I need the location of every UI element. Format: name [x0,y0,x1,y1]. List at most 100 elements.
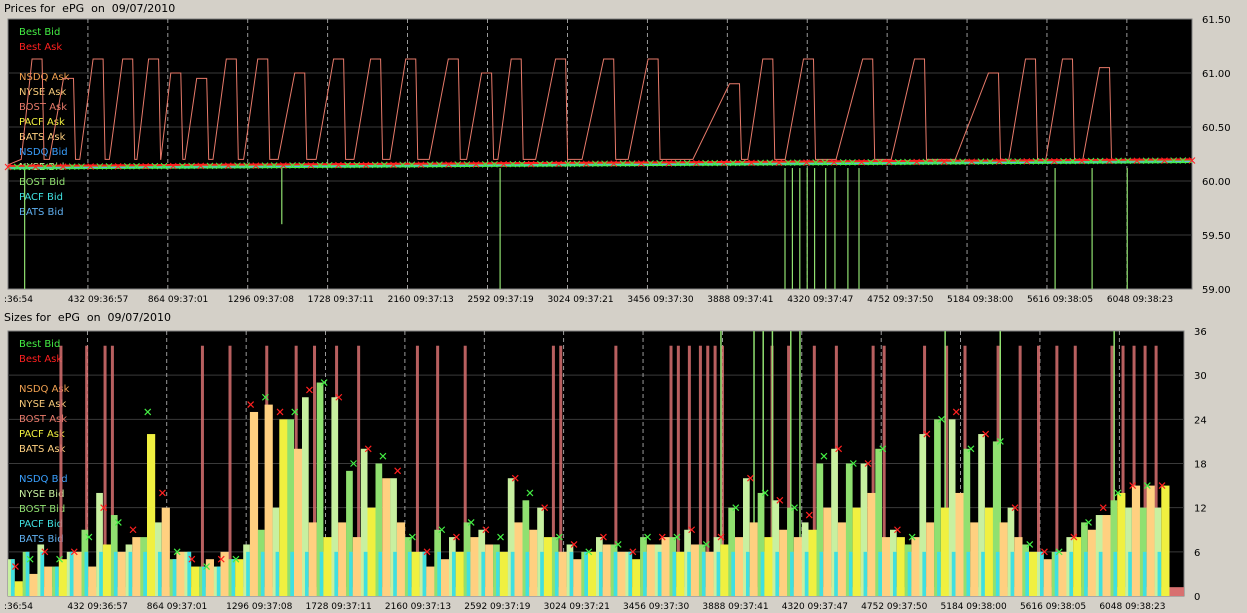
pacf-bid-bar [216,566,221,596]
x-tick-label: 864 09:37:01 [148,295,208,305]
pacf-bid-bar [510,551,515,596]
x-tick-label: 1728 09:37:11 [306,602,372,612]
pacf-bid-bar [834,551,838,596]
ask-size-bar [602,544,611,596]
y-tick-label: 0 [1194,592,1200,603]
pacf-bid-bar [1157,551,1162,596]
pacf-bid-bar [966,551,971,596]
x-tick-label: 5184 09:38:00 [941,602,1007,612]
pacf-bid-bar [496,551,500,596]
ask-size-bar [940,507,949,596]
ask-size-bar [352,537,361,596]
pacf-bid-bar [422,551,427,596]
ask-size-bar [676,551,685,596]
pacf-bid-bar [246,551,250,596]
pacf-bid-bar [657,551,662,596]
pacf-bid-bar [128,551,133,596]
ask-size-bar [249,411,259,596]
ask-size-bar [14,581,23,596]
ask-size-bar [720,544,729,596]
ask-size-bar [808,529,817,596]
x-tick-label: :36:54 [4,295,33,305]
pacf-bid-bar [760,551,765,596]
ask-size-bar [279,419,288,596]
y-tick-label: 6 [1194,548,1200,559]
ask-size-bar [117,551,126,596]
ask-size-bar [411,551,420,596]
pacf-bid-bar [275,551,280,596]
ask-size-bar [705,551,714,596]
ask-size-bar [1073,537,1082,596]
ask-size-bar [984,507,994,596]
pacf-bid-bar [451,551,456,596]
ask-size-bar [558,551,567,596]
x-tick-label: 3888 09:37:41 [707,295,773,305]
x-tick-label: 2592 09:37:19 [464,602,530,612]
ask-size-bar [999,522,1008,596]
x-tick-label: 3456 09:37:30 [627,295,693,305]
pacf-bid-bar [848,551,853,596]
ask-size-bar [102,544,112,596]
ask-size-bar [793,537,802,596]
ask-size-bar [852,507,861,596]
ask-size-bar [837,522,847,596]
ask-size-bar [632,559,641,596]
legend-item: NYSE Ask [19,399,66,410]
ask-size-bar [470,537,479,596]
ask-size-bar [293,448,303,596]
pacf-bid-bar [628,551,633,596]
pacf-bid-bar [202,566,206,596]
pacf-bid-bar [745,551,750,596]
pacf-bid-bar [407,551,412,596]
x-tick-label: 2592 09:37:19 [468,295,534,305]
pacf-bid-bar [304,551,309,596]
legend-item: Best Ask [19,354,62,365]
ask-size-bar [911,537,920,596]
x-tick-label: 6048 09:38:23 [1099,602,1165,612]
ask-size-bar [191,566,200,596]
pacf-bid-bar [84,551,89,596]
ask-size-bar [823,507,832,596]
y-tick-label: 36 [1194,327,1207,338]
ask-size-bar [264,404,273,596]
pacf-bid-bar [790,551,794,596]
pacf-bid-bar [1025,551,1029,596]
pacf-bid-bar [819,551,824,596]
pacf-bid-bar [99,551,103,596]
legend-item: BOST Bid [19,504,65,515]
ask-size-bar [955,492,964,596]
pacf-bid-bar [55,566,59,596]
ask-size-bar [58,559,67,596]
ask-size-bar [205,559,214,596]
pacf-bid-bar [1098,551,1103,596]
ask-size-bar [440,559,450,596]
ask-size-bar [146,434,156,596]
pacf-bid-bar [981,551,985,596]
pacf-bid-bar [113,551,118,596]
legend-item: PACF Ask [19,429,65,440]
price-chart: 61.50 61.00 60.50 60.00 59.50 59.00:36:54 432 … [4,15,1231,305]
pacf-bid-bar [466,551,471,596]
pacf-bid-bar [378,551,383,596]
pacf-bid-bar [1069,551,1074,596]
ask-size-bar [1058,551,1067,596]
ask-size-bar [749,522,758,596]
pacf-bid-bar [525,551,530,596]
legend-item: BATS Ask [19,132,66,143]
ask-size-bar [426,566,435,596]
x-tick-label: 432 09:36:57 [67,602,127,612]
y-tick-label: 59.00 [1202,285,1231,296]
ask-size-bar [926,522,935,596]
ask-size-bar [661,537,670,596]
y-tick-label: 30 [1194,371,1207,382]
legend-item: BOST Bid [19,177,65,188]
legend-item: BATS Bid [19,534,64,545]
pacf-bid-bar [1084,551,1088,596]
pacf-bid-bar [1113,551,1118,596]
pacf-bid-bar [731,551,735,596]
legend-item: Best Bid [19,27,60,38]
x-tick-label: 3024 09:37:21 [547,295,613,305]
pacf-bid-bar [143,551,147,596]
legend-item: NSDQ Ask [19,72,70,83]
ask-size-bar [308,522,317,596]
